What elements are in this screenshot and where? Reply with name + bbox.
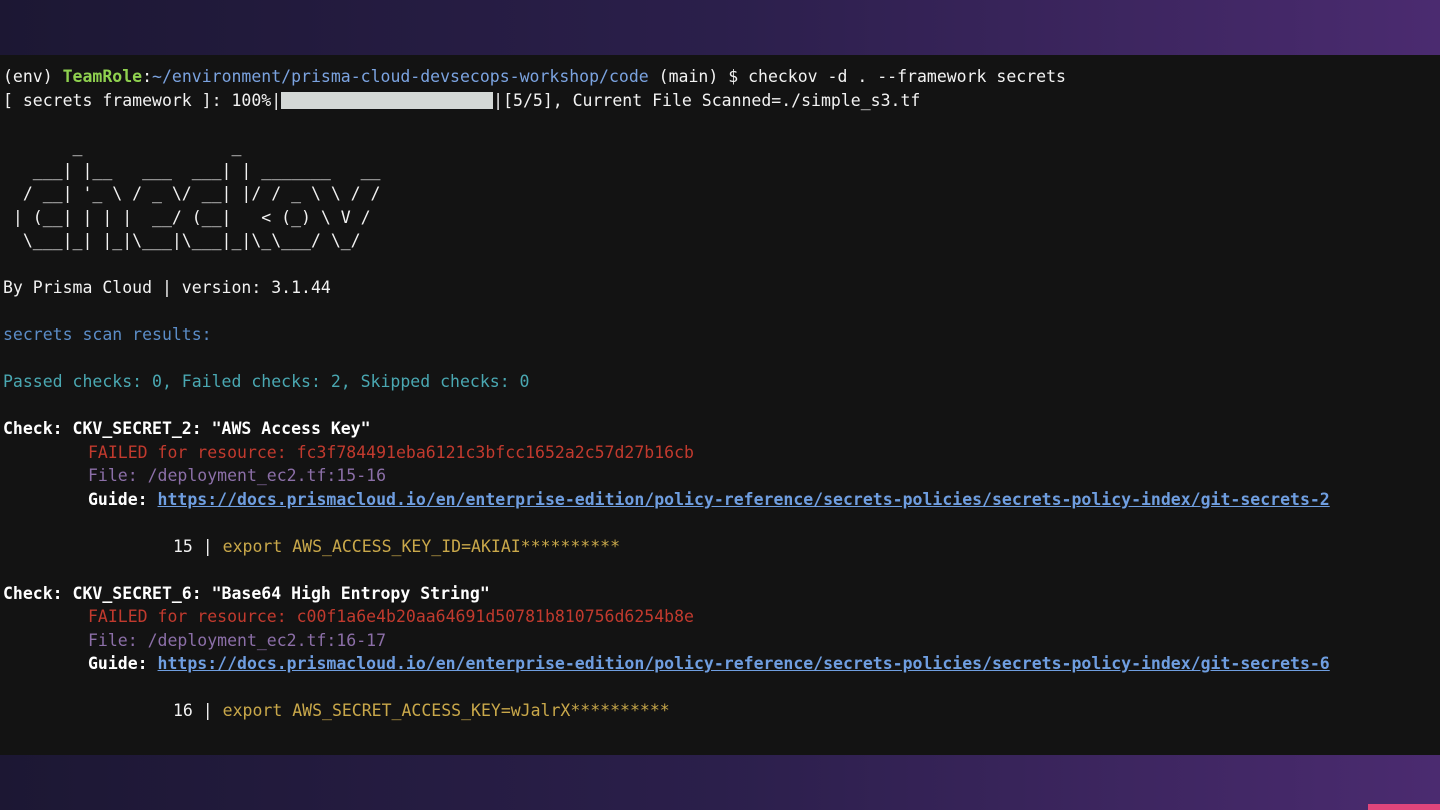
guide-label: Guide: [88,654,158,673]
guide-link[interactable]: https://docs.prismacloud.io/en/enterpris… [158,654,1330,673]
checkov-ascii-logo: _ _ ___| |__ ___ ___| | _______ __ / __|… [12,137,381,250]
check-guide: Guide: https://docs.prismacloud.io/en/en… [3,652,1440,676]
check-title: Check: CKV_SECRET_6: "Base64 High Entrop… [3,583,490,603]
accent-bar [1368,804,1440,810]
results-summary: Passed checks: 0, Failed checks: 2, Skip… [3,372,530,391]
code-snippet: 16 | export AWS_SECRET_ACCESS_KEY=wJalrX… [3,699,1440,723]
progress-bar [281,91,494,109]
check-failed-resource: FAILED for resource: fc3f784491eba6121c3… [88,442,694,462]
code-text: export AWS_SECRET_ACCESS_KEY=wJalrX*****… [222,701,670,720]
guide-link[interactable]: https://docs.prismacloud.io/en/enterpris… [158,490,1330,509]
check-file: File: /deployment_ec2.tf:16-17 [88,630,387,650]
code-line-number: 16 | [173,701,223,720]
prompt-command: (main) $ checkov -d . --framework secret… [648,67,1066,86]
prompt-separator: : [142,67,153,86]
code-text: export AWS_ACCESS_KEY_ID=AKIAI********** [222,536,621,556]
prompt-path: ~/environment/prisma-cloud-devsecops-wor… [152,67,649,86]
progress-suffix: |[5/5], Current File Scanned=./simple_s3… [493,90,921,110]
check-block: Check: CKV_SECRET_6: "Base64 High Entrop… [3,582,1440,723]
prompt-user: TeamRole [62,67,143,86]
check-title: Check: CKV_SECRET_2: "AWS Access Key" [3,419,371,438]
check-block: Check: CKV_SECRET_2: "AWS Access Key" FA… [3,417,1440,558]
check-failed-resource: FAILED for resource: c00f1a6e4b20aa64691… [88,607,694,626]
results-heading: secrets scan results: [3,325,212,344]
check-guide: Guide: https://docs.prismacloud.io/en/en… [3,488,1440,512]
prompt-env: (env) [3,67,63,86]
progress-line: [ secrets framework ]: 100%| |[5/5], Curr… [3,89,1440,113]
terminal-window[interactable]: (env) TeamRole:~/environment/prisma-clou… [0,55,1440,755]
guide-label: Guide: [88,489,158,509]
bottom-frame-band [0,755,1440,810]
byline: By Prisma Cloud | version: 3.1.44 [3,278,331,297]
top-frame-band [0,0,1440,55]
check-file: File: /deployment_ec2.tf:15-16 [88,466,387,485]
code-line-number: 15 | [173,536,223,556]
progress-prefix: [ secrets framework ]: 100%| [3,90,282,110]
command-line: (env) TeamRole:~/environment/prisma-clou… [3,65,1440,89]
code-snippet: 15 | export AWS_ACCESS_KEY_ID=AKIAI*****… [3,535,1440,559]
